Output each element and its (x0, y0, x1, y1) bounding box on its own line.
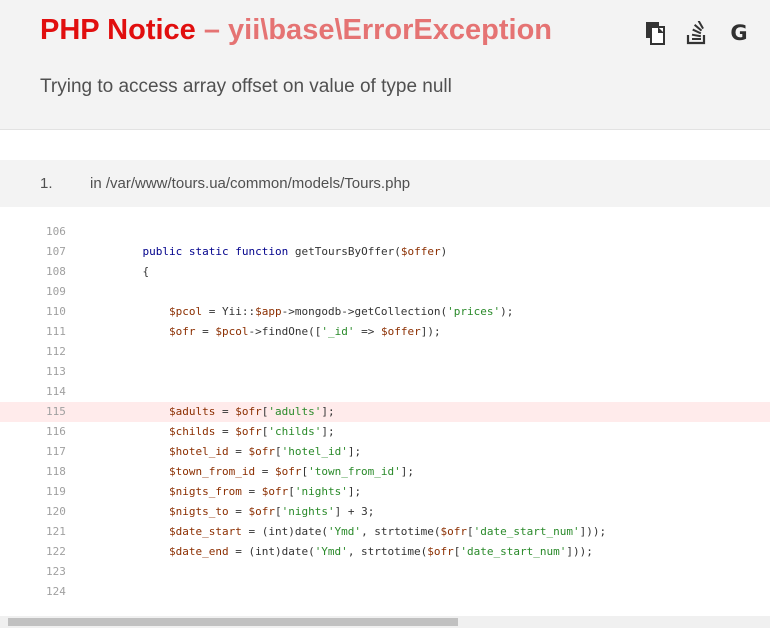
error-header: PHP Notice – yii\base\ErrorException Try… (0, 0, 770, 130)
line-number: 116 (46, 425, 66, 438)
line-number: 118 (46, 465, 66, 478)
stack-frame-header[interactable]: 1. in /var/www/tours.ua/common/models/To… (0, 160, 770, 207)
frame-file-path: in /var/www/tours.ua/common/models/Tours… (90, 175, 411, 192)
frame-number: 1. (40, 175, 53, 192)
code-line: 121 $date_start = (int)date('Ymd', strto… (0, 522, 770, 542)
code-line: 122 $date_end = (int)date('Ymd', strtoti… (0, 542, 770, 562)
google-icon[interactable]: G (718, 19, 760, 47)
line-code: $childs = $ofr['childs']; (168, 425, 335, 438)
line-code: $nigts_to = $ofr['nights'] + 3; (168, 505, 375, 518)
error-message: Trying to access array offset on value o… (40, 76, 452, 97)
code-line: 124 (0, 582, 770, 602)
line-number: 107 (46, 245, 66, 258)
code-line: 109 (0, 282, 770, 302)
line-number: 106 (46, 225, 66, 238)
code-block: 106 107 public static function getToursBy… (0, 222, 770, 602)
line-code: $pcol = Yii::$app->mongodb->getCollectio… (168, 305, 514, 318)
line-number: 110 (46, 305, 66, 318)
header-icons: G (634, 19, 760, 47)
line-code: $adults = $ofr['adults']; (168, 405, 335, 418)
line-code: $nigts_from = $ofr['nights']; (168, 485, 362, 498)
code-line: 106 (0, 222, 770, 242)
line-number: 122 (46, 545, 66, 558)
code-line: 113 (0, 362, 770, 382)
line-code: $date_end = (int)date('Ymd', strtotime($… (168, 545, 593, 558)
error-type: PHP Notice (40, 14, 196, 46)
line-code: $ofr = $pcol->findOne(['_id' => $offer])… (168, 325, 441, 338)
code-line-error: 115 $adults = $ofr['adults']; (0, 402, 770, 422)
code-line: 114 (0, 382, 770, 402)
line-code: $date_start = (int)date('Ymd', strtotime… (168, 525, 607, 538)
line-number: 112 (46, 345, 66, 358)
copy-icon[interactable] (634, 19, 676, 47)
line-code: public static function getToursByOffer($… (142, 245, 448, 258)
code-line: 117 $hotel_id = $ofr['hotel_id']; (0, 442, 770, 462)
line-number: 108 (46, 265, 66, 278)
line-code: $hotel_id = $ofr['hotel_id']; (168, 445, 362, 458)
title-dash: – (195, 14, 229, 46)
page-title: PHP Notice – yii\base\ErrorException (40, 13, 552, 47)
google-letter: G (730, 21, 748, 45)
line-number: 124 (46, 585, 66, 598)
line-number: 120 (46, 505, 66, 518)
code-line: 123 (0, 562, 770, 582)
horizontal-scrollbar[interactable] (0, 616, 770, 628)
line-number: 117 (46, 445, 66, 458)
code-line: 118 $town_from_id = $ofr['town_from_id']… (0, 462, 770, 482)
line-number: 113 (46, 365, 66, 378)
code-line: 112 (0, 342, 770, 362)
code-line: 108 { (0, 262, 770, 282)
line-number: 109 (46, 285, 66, 298)
line-number: 115 (46, 405, 66, 418)
line-code: { (116, 265, 150, 278)
stackoverflow-icon[interactable] (676, 19, 718, 47)
code-line: 107 public static function getToursByOff… (0, 242, 770, 262)
scrollbar-thumb[interactable] (8, 618, 458, 626)
code-line: 116 $childs = $ofr['childs']; (0, 422, 770, 442)
code-line: 120 $nigts_to = $ofr['nights'] + 3; (0, 502, 770, 522)
error-class-name: yii\base\ErrorException (228, 14, 553, 46)
line-number: 121 (46, 525, 66, 538)
line-number: 114 (46, 385, 66, 398)
code-line: 119 $nigts_from = $ofr['nights']; (0, 482, 770, 502)
code-line: 111 $ofr = $pcol->findOne(['_id' => $off… (0, 322, 770, 342)
line-number: 123 (46, 565, 66, 578)
call-stack: 1. in /var/www/tours.ua/common/models/To… (0, 160, 770, 207)
line-number: 111 (46, 325, 66, 338)
line-number: 119 (46, 485, 66, 498)
line-code: $town_from_id = $ofr['town_from_id']; (168, 465, 415, 478)
code-line: 110 $pcol = Yii::$app->mongodb->getColle… (0, 302, 770, 322)
